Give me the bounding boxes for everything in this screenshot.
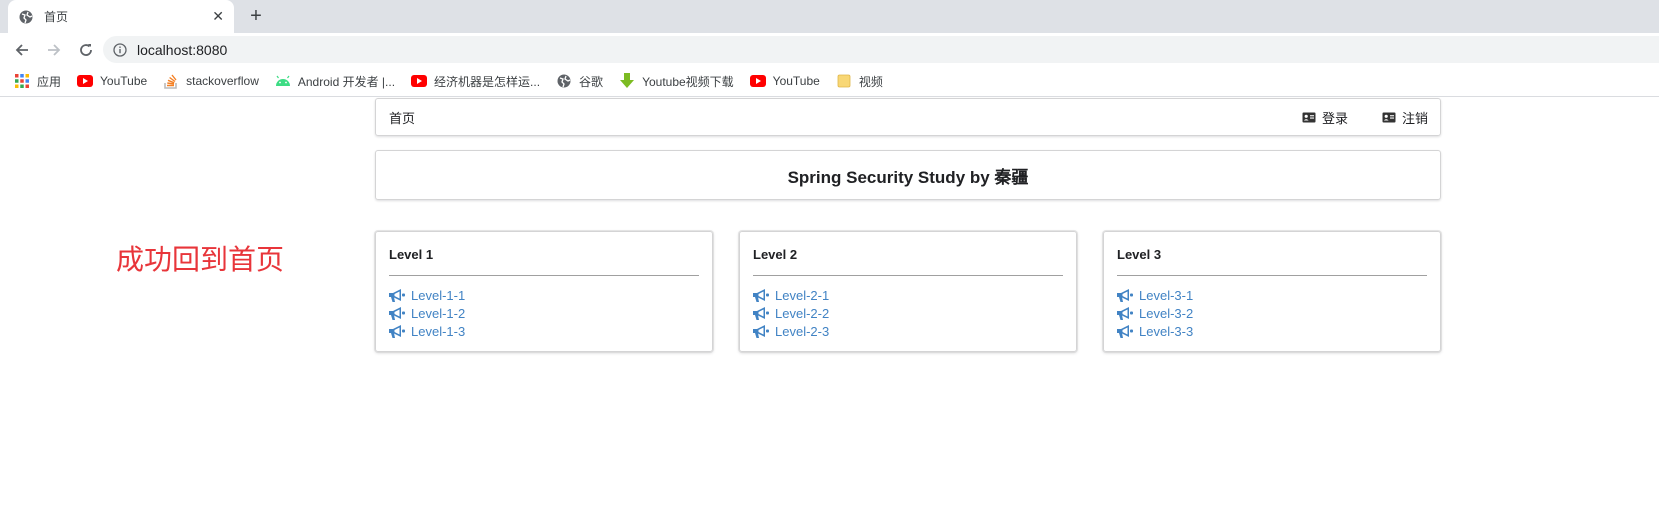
bullhorn-icon: [753, 324, 769, 338]
nav-home-link[interactable]: 首页: [389, 108, 415, 127]
bookmark-youtube-2[interactable]: YouTube: [749, 73, 820, 89]
level-card-1: Level 1 Level-1-1 Level-1-2 Level-1-3: [375, 231, 713, 352]
link-text: Level-3-2: [1139, 305, 1194, 321]
bookmark-label: stackoverflow: [186, 74, 259, 88]
android-icon: [275, 73, 291, 89]
id-card-icon: [1302, 112, 1316, 123]
bookmarks-bar: 应用 YouTube stackoverflow Android 开发者 |..…: [0, 66, 1659, 97]
bookmark-youtube-download[interactable]: Youtube视频下载: [619, 73, 734, 90]
bookmark-youtube[interactable]: YouTube: [77, 73, 147, 89]
new-tab-button[interactable]: +: [246, 6, 266, 26]
link-text: Level-1-2: [411, 305, 466, 321]
globe-icon: [18, 9, 34, 25]
list-item[interactable]: Level-3-1: [1117, 286, 1427, 304]
apps-grid-icon: [14, 73, 30, 89]
link-text: Level-1-1: [411, 287, 466, 303]
card-link-list: Level-2-1 Level-2-2 Level-2-3: [753, 286, 1063, 340]
card-link-list: Level-1-1 Level-1-2 Level-1-3: [389, 286, 699, 340]
url-text: localhost:8080: [137, 41, 228, 58]
bookmark-label: YouTube: [772, 74, 820, 88]
card-title: Level 2: [753, 247, 798, 262]
reload-button[interactable]: [74, 38, 98, 62]
bullhorn-icon: [1117, 288, 1133, 302]
link-text: Level-3-3: [1139, 323, 1194, 339]
divider: [389, 275, 699, 276]
link-text: Level-2-1: [775, 287, 830, 303]
back-button[interactable]: [10, 38, 34, 62]
youtube-icon: [411, 73, 428, 89]
bookmark-economy-video[interactable]: 经济机器是怎样运...: [411, 73, 540, 90]
bullhorn-icon: [1117, 306, 1133, 320]
logout-link[interactable]: 注销: [1382, 108, 1428, 127]
browser-toolbar: localhost:8080: [0, 33, 1659, 66]
top-menu: 首页 登录 注销: [375, 98, 1441, 136]
bookmark-label: 应用: [37, 74, 62, 89]
bullhorn-icon: [389, 306, 405, 320]
browser-tab[interactable]: 首页 ✕: [8, 0, 234, 33]
page-header: Spring Security Study by 秦疆: [375, 150, 1441, 200]
link-text: Level-3-1: [1139, 287, 1194, 303]
bookmark-stackoverflow[interactable]: stackoverflow: [163, 73, 259, 89]
bookmark-label: Android 开发者 |...: [297, 74, 396, 89]
arrow-left-icon: [15, 43, 28, 56]
bookmark-label: Youtube视频下载: [642, 74, 734, 89]
bookmark-label: 谷歌: [579, 74, 604, 89]
tab-strip: 首页 ✕ +: [0, 0, 1659, 33]
list-item[interactable]: Level-1-2: [389, 304, 699, 322]
bookmark-apps[interactable]: 应用: [14, 73, 61, 90]
forward-button[interactable]: [42, 38, 66, 62]
card-title: Level 1: [389, 247, 434, 262]
login-label: 登录: [1321, 110, 1348, 126]
link-text: Level-2-3: [775, 323, 830, 339]
logout-label: 注销: [1401, 110, 1428, 126]
tab-title: 首页: [44, 10, 69, 24]
address-bar[interactable]: localhost:8080: [103, 36, 1659, 63]
list-item[interactable]: Level-2-3: [753, 322, 1063, 340]
login-link[interactable]: 登录: [1302, 108, 1348, 127]
list-item[interactable]: Level-3-2: [1117, 304, 1427, 322]
list-item[interactable]: Level-3-3: [1117, 322, 1427, 340]
stackoverflow-icon: [163, 73, 179, 89]
bullhorn-icon: [753, 306, 769, 320]
id-card-icon: [1382, 112, 1396, 123]
link-text: Level-2-2: [775, 305, 830, 321]
page-title: Spring Security Study by 秦疆: [787, 167, 1029, 187]
bullhorn-icon: [389, 324, 405, 338]
info-icon[interactable]: [113, 42, 127, 57]
bullhorn-icon: [753, 288, 769, 302]
bookmark-label: 视频: [858, 74, 883, 89]
link-text: Level-1-3: [411, 323, 466, 339]
card-link-list: Level-3-1 Level-3-2 Level-3-3: [1117, 286, 1427, 340]
level-card-2: Level 2 Level-2-1 Level-2-2 Level-2-3: [739, 231, 1077, 352]
bookmark-label: 经济机器是怎样运...: [434, 74, 541, 89]
divider: [753, 275, 1063, 276]
list-item[interactable]: Level-2-1: [753, 286, 1063, 304]
card-title: Level 3: [1117, 247, 1162, 262]
bullhorn-icon: [389, 288, 405, 302]
download-arrow-icon: [619, 73, 635, 89]
bookmark-android[interactable]: Android 开发者 |...: [275, 73, 395, 90]
divider: [1117, 275, 1427, 276]
bookmark-videos-folder[interactable]: 视频: [836, 73, 883, 90]
bookmark-google[interactable]: 谷歌: [556, 73, 603, 90]
arrow-right-icon: [48, 43, 61, 56]
level-card-3: Level 3 Level-3-1 Level-3-2 Level-3-3: [1103, 231, 1441, 352]
youtube-icon: [749, 73, 766, 89]
list-item[interactable]: Level-1-1: [389, 286, 699, 304]
bullhorn-icon: [1117, 324, 1133, 338]
reload-icon: [80, 43, 92, 56]
list-item[interactable]: Level-2-2: [753, 304, 1063, 322]
close-tab-icon[interactable]: ✕: [212, 8, 224, 25]
folder-icon: [836, 73, 852, 89]
bookmark-label: YouTube: [100, 74, 148, 88]
globe-icon: [556, 73, 572, 89]
nav-right-menu: 登录 注销: [1268, 108, 1428, 127]
success-annotation: 成功回到首页: [116, 243, 285, 276]
youtube-icon: [77, 73, 94, 89]
list-item[interactable]: Level-1-3: [389, 322, 699, 340]
